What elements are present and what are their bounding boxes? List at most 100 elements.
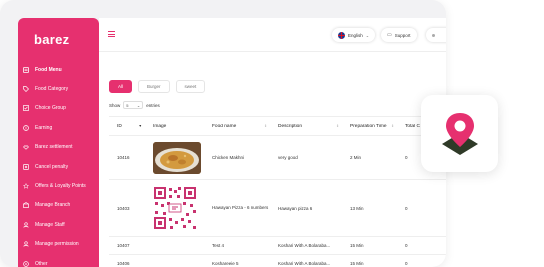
- language-selector[interactable]: English ⌄: [332, 28, 376, 42]
- cell-id: 10406: [117, 261, 130, 266]
- sort-icon: ⇕: [336, 124, 339, 128]
- permission-icon: [23, 241, 29, 247]
- language-label: English: [348, 32, 363, 38]
- table-row[interactable]: 10406 Koshareeie 5 Koshari With A Bolara…: [109, 255, 446, 267]
- app-window: barez Food Menu Food Category Choice Gro…: [0, 0, 446, 267]
- hamburger-menu-icon[interactable]: [108, 31, 115, 37]
- cancel-icon: [23, 163, 29, 170]
- cell-prep-time: 15 Min: [350, 261, 364, 266]
- entries-value: 5: [126, 102, 129, 108]
- curry-photo: [153, 141, 201, 174]
- entries-selector: Show 5 ⌄ entries: [109, 101, 160, 109]
- column-header-description[interactable]: Description ⇕: [270, 124, 342, 129]
- chat-icon: ▭: [387, 32, 392, 38]
- sidebar-item-offers[interactable]: Offers & Loyalty Points: [18, 176, 99, 195]
- uk-flag-icon: [338, 31, 345, 39]
- sidebar-item-food-menu[interactable]: Food Menu: [18, 60, 99, 79]
- sidebar-item-cancel-penalty[interactable]: Cancel penalty: [18, 157, 99, 176]
- entries-label: entries: [146, 102, 160, 108]
- cell-food-name: Koshareeie 5: [212, 261, 239, 266]
- sidebar-item-label: Food Menu: [35, 66, 62, 73]
- sort-icon: ⇕: [264, 124, 267, 128]
- sort-icon: ⇕: [391, 124, 394, 128]
- wallet-icon: [23, 125, 29, 131]
- sidebar-item-manage-permission[interactable]: Manage permission: [18, 235, 99, 254]
- cell-food-name: Chicken Makhni: [212, 155, 245, 160]
- cell-food-name: Test 4: [212, 243, 225, 248]
- sidebar-item-label: Cancel penalty: [35, 163, 69, 170]
- sidebar-item-label: Choice Group: [35, 105, 66, 112]
- table-row[interactable]: 10407 Test 4 Koshari With A Bolaraba... …: [109, 237, 446, 255]
- table-row[interactable]: 10403 Hawayan Pizza - 6 numbers Hawayan …: [109, 180, 446, 237]
- cell-id: 10403: [117, 205, 130, 211]
- filter-chip-all[interactable]: All: [109, 80, 133, 93]
- food-table: ID ▼ Image Food name ⇕ Description ⇕ Prepar…: [109, 116, 446, 267]
- sidebar-item-label: Food Category: [35, 86, 69, 93]
- cell-id: 10407: [117, 243, 130, 248]
- toggle-dot-icon: [432, 33, 435, 37]
- handshake-icon: [23, 144, 29, 150]
- filter-chip-burger[interactable]: Burger: [138, 80, 170, 93]
- sidebar-item-label: Manage Staff: [35, 221, 65, 228]
- sidebar-item-label: Manage permission: [35, 241, 79, 248]
- sidebar-item-label: Offers & Loyalty Points: [35, 183, 86, 190]
- cell-prep-time: 2 Min: [350, 155, 362, 160]
- sidebar-nav: Food Menu Food Category Choice Group Ear…: [18, 60, 99, 267]
- column-header-food-name[interactable]: Food name ⇕: [204, 124, 270, 129]
- sidebar-item-manage-staff[interactable]: Manage Staff: [18, 215, 99, 234]
- menu-book-icon: [23, 66, 29, 73]
- cell-image: [145, 141, 204, 174]
- cell-id: 10416: [117, 155, 130, 160]
- topbar: English ⌄ ▭ Support: [99, 18, 446, 52]
- sidebar-item-earning[interactable]: Earning: [18, 118, 99, 137]
- sidebar-item-barez-settlement[interactable]: Barez settlement: [18, 138, 99, 157]
- support-button[interactable]: ▭ Support: [381, 28, 417, 42]
- sidebar-item-other[interactable]: Other: [18, 254, 99, 267]
- entries-select[interactable]: 5 ⌄: [123, 101, 144, 109]
- cell-prep-time: 13 Min: [350, 205, 364, 211]
- cell-description: Koshari With A Bolaraba...: [278, 243, 331, 248]
- cell-image: [145, 186, 204, 230]
- cell-food-name: Hawayan Pizza - 6 numbers: [212, 205, 269, 211]
- cell-description: very good: [278, 155, 298, 160]
- category-filters: All Burger sweet: [109, 80, 206, 93]
- column-header-image: Image: [153, 123, 167, 129]
- column-header-id[interactable]: ID ▼: [109, 124, 145, 129]
- sidebar-item-label: Manage Branch: [35, 202, 71, 209]
- sidebar-item-label: Earning: [35, 124, 53, 131]
- cell-total: 0: [405, 243, 408, 248]
- show-label: Show: [109, 102, 121, 108]
- table-row[interactable]: 10416 Chicken Makhni very good 2 Min 0: [109, 136, 446, 180]
- cell-description: Hawayan pizza 6: [278, 205, 313, 211]
- column-header-prep-time[interactable]: Preparation Time ⇕: [342, 124, 397, 129]
- tag-icon: [23, 86, 29, 93]
- sidebar-item-label: Other: [35, 260, 48, 267]
- offer-icon: [23, 183, 29, 189]
- cell-description: Koshari With A Bolaraba...: [278, 261, 331, 266]
- profile-toggle[interactable]: [426, 28, 446, 42]
- location-pin-icon: [442, 113, 478, 155]
- chevron-down-icon: ⌄: [136, 102, 141, 108]
- table-header: ID ▼ Image Food name ⇕ Description ⇕ Prepar…: [109, 117, 446, 136]
- stage: barez Food Menu Food Category Choice Gro…: [0, 0, 544, 267]
- checklist-icon: [23, 105, 29, 112]
- cell-total: 0: [405, 205, 408, 211]
- branch-icon: [23, 202, 29, 209]
- other-icon: [23, 260, 29, 267]
- filter-chip-sweet[interactable]: sweet: [175, 80, 206, 93]
- location-app-icon: [421, 95, 498, 172]
- sidebar-item-food-category[interactable]: Food Category: [18, 79, 99, 98]
- sort-desc-icon: ▼: [138, 124, 142, 128]
- sidebar-item-label: Barez settlement: [35, 144, 73, 151]
- cell-total: 0: [405, 261, 408, 266]
- sidebar-item-choice-group[interactable]: Choice Group: [18, 99, 99, 118]
- cell-prep-time: 15 Min: [350, 243, 364, 248]
- brand-logo: barez: [34, 32, 70, 47]
- sidebar-item-manage-branch[interactable]: Manage Branch: [18, 196, 99, 215]
- sidebar: barez Food Menu Food Category Choice Gro…: [18, 18, 99, 267]
- support-label: Support: [394, 32, 411, 38]
- chevron-down-icon: ⌄: [365, 32, 370, 38]
- main-content: English ⌄ ▭ Support All Burger sweet Sho…: [99, 18, 446, 267]
- staff-icon: [23, 222, 29, 228]
- qr-code-image: [153, 186, 197, 230]
